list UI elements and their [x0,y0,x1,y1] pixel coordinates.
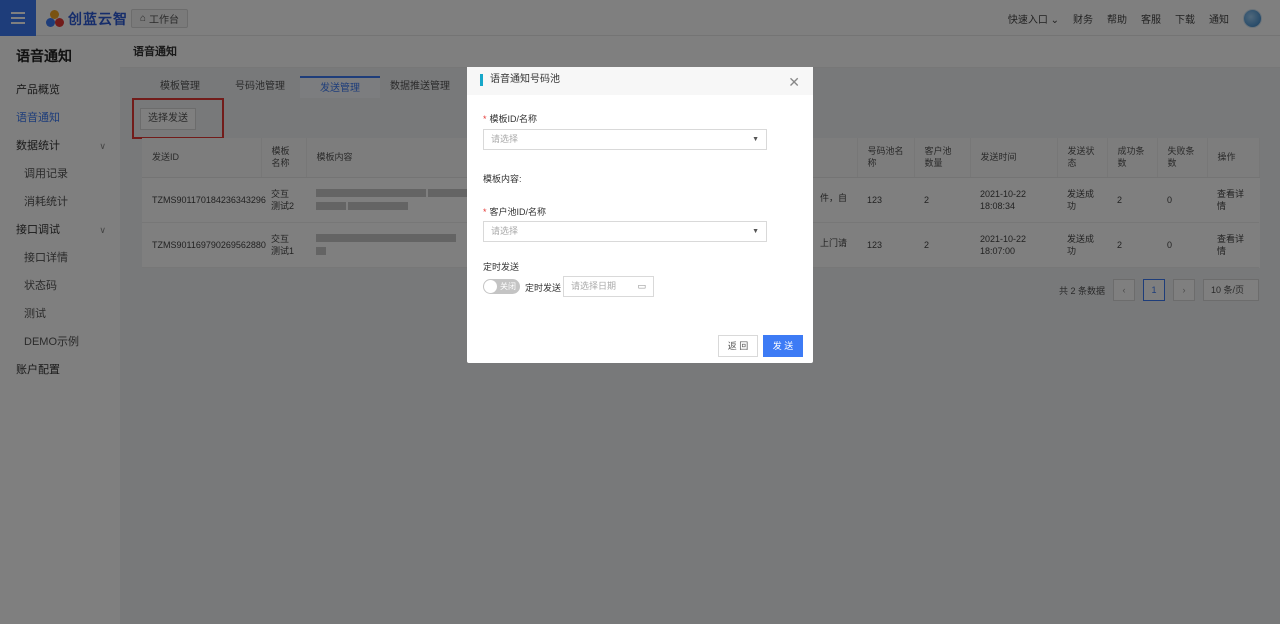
send-button[interactable]: 发 送 [763,335,803,357]
date-placeholder: 请选择日期 [571,281,617,291]
caret-down-icon: ▼ [752,136,759,143]
content-field-label: 模板内容: [483,174,522,184]
date-picker[interactable]: 请选择日期 ▭ [563,276,654,297]
caret-down-icon: ▼ [752,228,759,235]
pool-select[interactable]: 请选择 ▼ [483,221,767,242]
close-icon[interactable]: ✕ [788,75,800,89]
timed-send-label: 定时发送 [525,283,562,293]
template-select[interactable]: 请选择 ▼ [483,129,767,150]
voice-pool-dialog: 语音通知号码池 ✕ * 模板ID/名称 请选择 ▼ 模板内容: * 客户池ID/名称… [467,67,813,363]
calendar-icon: ▭ [637,281,646,291]
back-button[interactable]: 返 回 [718,335,758,357]
pool-placeholder: 请选择 [491,226,519,236]
required-mark: * [483,114,487,124]
toggle-label: 关闭 [500,282,516,291]
template-placeholder: 请选择 [491,134,519,144]
pool-label-text: 客户池ID/名称 [489,207,547,217]
dialog-title: 语音通知号码池 [480,74,560,86]
toggle-knob [484,280,497,293]
pool-field-label: * 客户池ID/名称 [483,205,546,218]
template-field-label: * 模板ID/名称 [483,112,537,125]
dialog-header: 语音通知号码池 ✕ [467,67,813,95]
schedule-toggle[interactable]: 关闭 [483,279,520,294]
schedule-field-label: 定时发送 [483,262,520,272]
template-label-text: 模板ID/名称 [489,114,538,124]
required-mark: * [483,207,487,217]
